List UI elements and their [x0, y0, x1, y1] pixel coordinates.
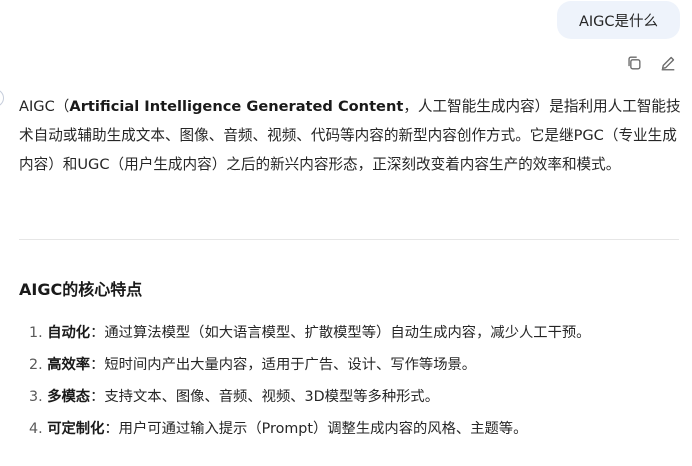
- edit-icon[interactable]: [658, 53, 678, 73]
- user-message-text: AIGC是什么: [578, 13, 658, 30]
- divider: [19, 239, 679, 240]
- item-term: 高效率: [47, 357, 91, 373]
- item-number: 1.: [29, 325, 43, 341]
- assistant-answer: AIGC（Artificial Intelligence Generated C…: [19, 92, 681, 179]
- item-desc: ：支持文本、图像、音频、视频、3D模型等多种形式。: [90, 389, 440, 405]
- feature-list: 1. 自动化：通过算法模型（如大语言模型、扩散模型等）自动生成内容，减少人工干预…: [29, 317, 590, 445]
- item-desc: ：通过算法模型（如大语言模型、扩散模型等）自动生成内容，减少人工干预。: [90, 325, 591, 341]
- list-item: 4. 可定制化：用户可通过输入提示（Prompt）调整生成内容的风格、主题等。: [29, 413, 590, 445]
- message-actions: [624, 53, 678, 73]
- list-item: 2. 高效率：短时间内产出大量内容，适用于广告、设计、写作等场景。: [29, 349, 590, 381]
- assistant-avatar: [0, 89, 4, 107]
- answer-intro: AIGC（Artificial Intelligence Generated C…: [19, 92, 681, 179]
- item-desc: ：短时间内产出大量内容，适用于广告、设计、写作等场景。: [90, 357, 477, 373]
- intro-full-name: Artificial Intelligence Generated Conten…: [69, 98, 404, 115]
- copy-icon[interactable]: [624, 53, 644, 73]
- item-term: 可定制化: [47, 421, 105, 437]
- section-title: AIGC的核心特点: [19, 280, 143, 299]
- item-desc: ：用户可通过输入提示（Prompt）调整生成内容的风格、主题等。: [104, 421, 528, 437]
- item-number: 3.: [29, 389, 43, 405]
- intro-term: AIGC: [19, 98, 55, 115]
- user-message-bubble: AIGC是什么: [556, 1, 680, 39]
- item-term: 自动化: [47, 325, 91, 341]
- list-item: 3. 多模态：支持文本、图像、音频、视频、3D模型等多种形式。: [29, 381, 590, 413]
- item-number: 4.: [29, 421, 43, 437]
- item-term: 多模态: [47, 389, 91, 405]
- intro-paren: （: [54, 98, 70, 115]
- item-number: 2.: [29, 357, 43, 373]
- list-item: 1. 自动化：通过算法模型（如大语言模型、扩散模型等）自动生成内容，减少人工干预…: [29, 317, 590, 349]
